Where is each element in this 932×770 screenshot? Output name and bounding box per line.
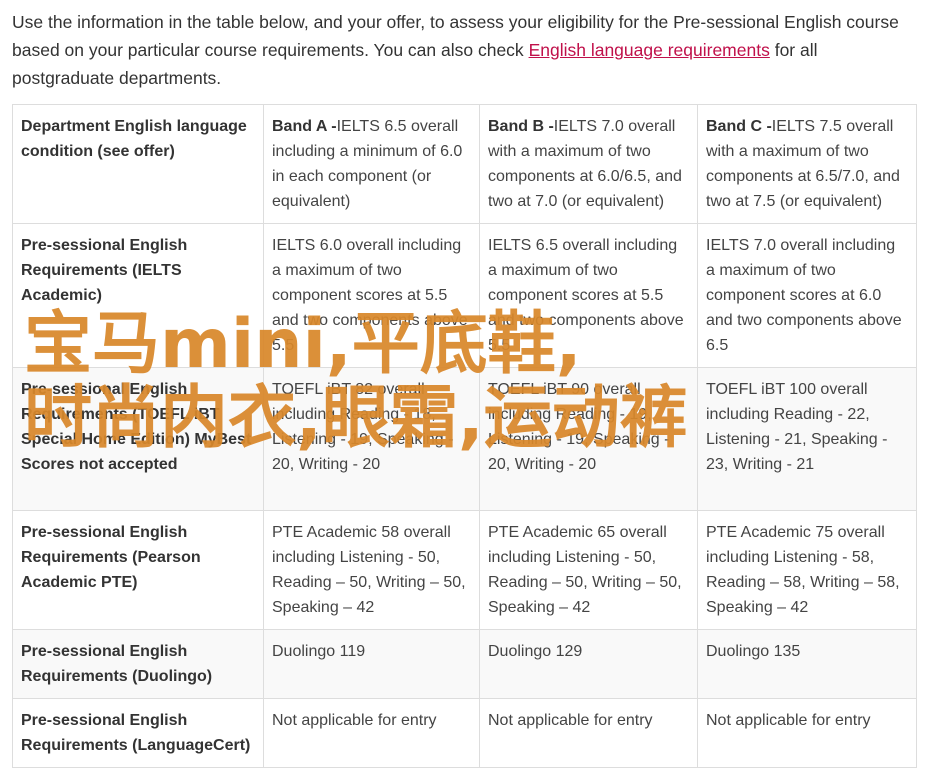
row-label-duolingo: Pre-sessional English Requirements (Duol… (12, 629, 264, 699)
band-a-cell: Band A -IELTS 6.5 overall including a mi… (263, 104, 480, 224)
table-cell: IELTS 6.0 overall including a maximum of… (263, 223, 480, 368)
table-row: Pre-sessional English Requirements (Duol… (12, 629, 917, 699)
english-language-requirements-link[interactable]: English language requirements (529, 40, 770, 60)
row-label-ielts: Pre-sessional English Requirements (IELT… (12, 223, 264, 368)
table-cell: Duolingo 135 (697, 629, 917, 699)
table-row: Pre-sessional English Requirements (TOEF… (12, 367, 917, 511)
row-label-toefl: Pre-sessional English Requirements (TOEF… (12, 367, 264, 511)
table-cell: Not applicable for entry (263, 698, 480, 768)
table-cell: PTE Academic 75 overall including Listen… (697, 510, 917, 630)
table-row: Department English language condition (s… (12, 104, 917, 224)
intro-paragraph: Use the information in the table below, … (12, 8, 917, 92)
band-c-cell: Band C -IELTS 7.5 overall with a maximum… (697, 104, 917, 224)
row-label-pte: Pre-sessional English Requirements (Pear… (12, 510, 264, 630)
band-a-label: Band A - (272, 118, 337, 135)
band-c-label: Band C - (706, 118, 772, 135)
table-row: Pre-sessional English Requirements (Lang… (12, 698, 917, 768)
table-row: Pre-sessional English Requirements (Pear… (12, 510, 917, 630)
table-cell: IELTS 7.0 overall including a maximum of… (697, 223, 917, 368)
table-cell: IELTS 6.5 overall including a maximum of… (479, 223, 698, 368)
table-cell: TOEFL iBT 90 overall including Reading -… (479, 367, 698, 511)
table-cell: Duolingo 129 (479, 629, 698, 699)
table-cell: Not applicable for entry (697, 698, 917, 768)
row-label-languagecert: Pre-sessional English Requirements (Lang… (12, 698, 264, 768)
table-cell: TOEFL iBT 100 overall including Reading … (697, 367, 917, 511)
table-cell: PTE Academic 65 overall including Listen… (479, 510, 698, 630)
table-row: Pre-sessional English Requirements (IELT… (12, 223, 917, 368)
table-cell: PTE Academic 58 overall including Listen… (263, 510, 480, 630)
table-cell: Not applicable for entry (479, 698, 698, 768)
header-row-label: Department English language condition (s… (12, 104, 264, 224)
table-cell: TOEFL iBT 82 overall including Reading -… (263, 367, 480, 511)
requirements-table: Department English language condition (s… (12, 104, 917, 768)
table-cell: Duolingo 119 (263, 629, 480, 699)
band-b-cell: Band B -IELTS 7.0 overall with a maximum… (479, 104, 698, 224)
band-b-label: Band B - (488, 118, 554, 135)
